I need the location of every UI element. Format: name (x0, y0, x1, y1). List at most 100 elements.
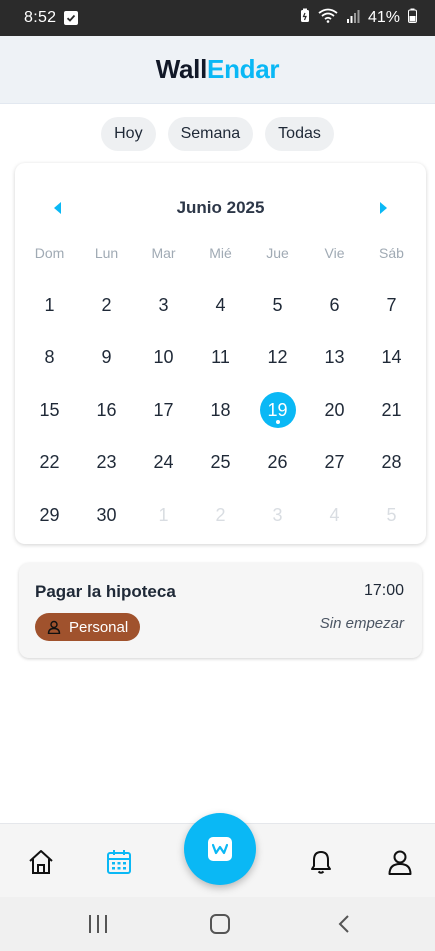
calendar-day[interactable]: 7 (363, 279, 420, 332)
calendar-day[interactable]: 9 (78, 332, 135, 385)
filter-todas[interactable]: Todas (265, 117, 334, 151)
weekday-label: Sáb (379, 245, 404, 261)
calendar-day[interactable]: 29 (21, 489, 78, 542)
calendar-day-number: 1 (158, 504, 169, 525)
calendar-day-selected[interactable]: 19 (249, 384, 306, 437)
calendar-day[interactable]: 5 (249, 279, 306, 332)
filter-semana[interactable]: Semana (167, 117, 254, 151)
calendar-card: Junio 2025 Dom Lun Mar Mié Jue Vie Sáb 1… (15, 163, 426, 544)
calendar-day[interactable]: 11 (192, 332, 249, 385)
calendar-day-number: 5 (386, 504, 397, 525)
calendar-day[interactable]: 15 (21, 384, 78, 437)
calendar-day-number: 26 (267, 452, 288, 473)
calendar-day[interactable]: 16 (78, 384, 135, 437)
next-month-icon[interactable] (380, 202, 387, 214)
calendar-day[interactable]: 8 (21, 332, 78, 385)
calendar-day-number: 4 (215, 294, 226, 315)
calendar-day[interactable]: 28 (363, 437, 420, 490)
calendar-day[interactable]: 27 (306, 437, 363, 490)
calendar-day[interactable]: 1 (21, 279, 78, 332)
user-icon[interactable] (385, 847, 415, 877)
calendar-day[interactable]: 30 (78, 489, 135, 542)
back-icon[interactable] (336, 915, 352, 933)
calendar-day-number: 18 (210, 399, 231, 420)
calendar-day-number: 30 (96, 504, 117, 525)
calendar-day[interactable]: 5 (363, 489, 420, 542)
calendar-icon[interactable] (104, 847, 134, 877)
calendar-day-number: 25 (210, 452, 231, 473)
calendar-day-number: 6 (329, 294, 340, 315)
calendar-day-number: 29 (39, 504, 60, 525)
calendar-day[interactable]: 25 (192, 437, 249, 490)
calendar-day[interactable]: 21 (363, 384, 420, 437)
calendar-days-grid: 1 2 3 4 5 6 7 8 9 10 11 12 13 14 15 16 17 18 19 20 21 22 23 24 2… (21, 279, 420, 542)
calendar-day[interactable]: 3 (249, 489, 306, 542)
calendar-day-number: 10 (153, 347, 174, 368)
signal-icon (346, 9, 360, 28)
calendar-day-number: 14 (381, 347, 402, 368)
calendar-day[interactable]: 23 (78, 437, 135, 490)
wifi-icon (318, 8, 338, 28)
calendar-day-number: 9 (101, 347, 112, 368)
calendar-day[interactable]: 26 (249, 437, 306, 490)
calendar-day-number: 2 (215, 504, 226, 525)
calendar-day-number: 4 (329, 504, 340, 525)
calendar-day-number: 21 (381, 399, 402, 420)
calendar-day[interactable]: 4 (306, 489, 363, 542)
status-bar: 8:52 41% (0, 0, 435, 36)
calendar-day-number: 20 (324, 399, 345, 420)
calendar-day-number: 3 (158, 294, 169, 315)
logo-text-endar: Endar (207, 54, 280, 84)
calendar-day[interactable]: 2 (78, 279, 135, 332)
home-icon[interactable] (26, 847, 56, 877)
event-status: Sin empezar (319, 615, 404, 632)
battery-percent: 41% (367, 9, 400, 26)
calendar-day[interactable]: 12 (249, 332, 306, 385)
calendar-day[interactable]: 1 (135, 489, 192, 542)
calendar-day[interactable]: 24 (135, 437, 192, 490)
calendar-day[interactable]: 17 (135, 384, 192, 437)
calendar-day-number: 28 (381, 452, 402, 473)
calendar-day[interactable]: 3 (135, 279, 192, 332)
calendar-header: Junio 2025 (15, 197, 426, 219)
calendar-day-number: 17 (153, 399, 174, 420)
calendar-day[interactable]: 2 (192, 489, 249, 542)
filter-chips: Hoy Semana Todas (0, 117, 435, 151)
fab-button[interactable] (184, 813, 256, 885)
calendar-day[interactable]: 13 (306, 332, 363, 385)
calendar-day[interactable]: 20 (306, 384, 363, 437)
calendar-day-number: 7 (386, 294, 397, 315)
weekday-label: Lun (94, 245, 119, 261)
calendar-day-number: 8 (44, 347, 55, 368)
calendar-day-number: 23 (96, 452, 117, 473)
weekday-label: Mar (151, 245, 176, 261)
calendar-day-number: 16 (96, 399, 117, 420)
calendar-day-number: 22 (39, 452, 60, 473)
calendar-day-number: 19 (259, 392, 296, 429)
calendar-day[interactable]: 10 (135, 332, 192, 385)
event-tag: Personal (35, 613, 141, 641)
weekday-label: Jue (266, 245, 289, 261)
event-card[interactable]: Pagar la hipoteca 17:00 Personal Sin emp… (19, 563, 422, 658)
home-button-icon[interactable] (210, 914, 230, 934)
recents-icon[interactable] (89, 915, 107, 933)
app-logo: WallEndar (156, 54, 280, 85)
calendar-day-number: 24 (153, 452, 174, 473)
calendar-day[interactable]: 4 (192, 279, 249, 332)
bell-icon[interactable] (306, 847, 336, 877)
filter-hoy[interactable]: Hoy (101, 117, 156, 151)
calendar-day[interactable]: 22 (21, 437, 78, 490)
calendar-day-number: 1 (44, 294, 55, 315)
event-title: Pagar la hipoteca (35, 582, 176, 601)
check-icon (64, 11, 79, 25)
event-tag-label: Personal (69, 618, 129, 636)
calendar-day[interactable]: 14 (363, 332, 420, 385)
system-nav-bar (0, 897, 435, 951)
calendar-day[interactable]: 6 (306, 279, 363, 332)
calendar-day[interactable]: 18 (192, 384, 249, 437)
calendar-day-number: 2 (101, 294, 112, 315)
weekday-label: Dom (34, 245, 65, 261)
event-time: 17:00 (363, 582, 404, 599)
app-header: WallEndar (0, 36, 435, 104)
calendar-day-number: 27 (324, 452, 345, 473)
